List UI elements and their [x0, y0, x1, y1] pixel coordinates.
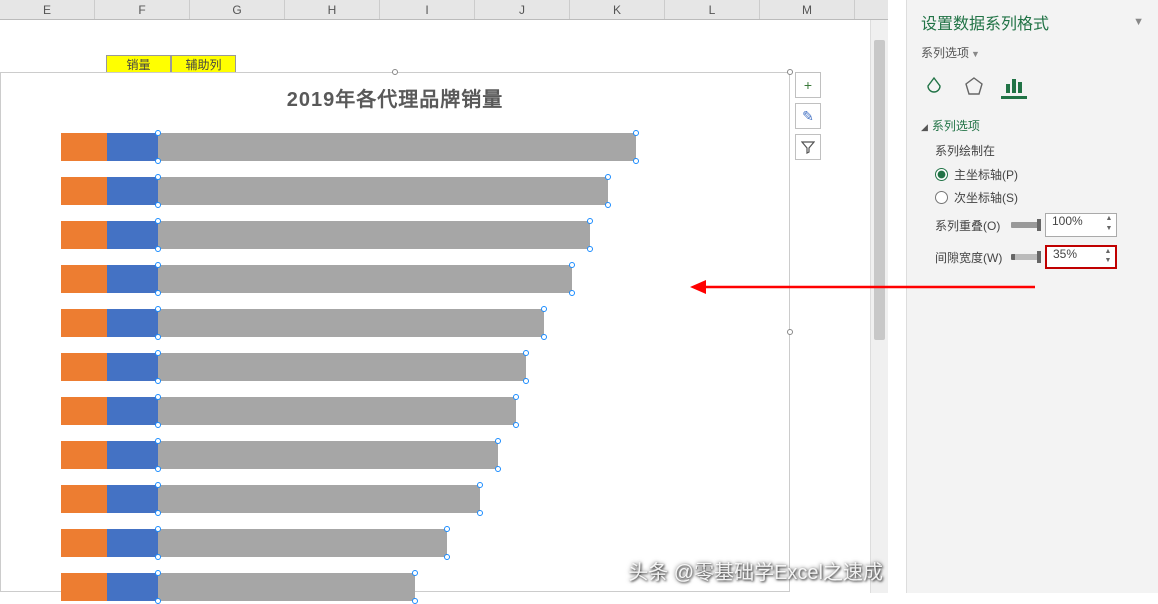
column-header-I[interactable]: I [380, 0, 475, 19]
gap-width-input[interactable]: 35% ▲▼ [1045, 245, 1117, 269]
bar-segment[interactable] [107, 177, 158, 205]
bar-segment[interactable] [107, 265, 158, 293]
bar-segment[interactable] [107, 485, 158, 513]
overlap-up[interactable]: ▲ [1103, 215, 1115, 225]
vertical-scrollbar[interactable] [870, 20, 888, 593]
bar-segment[interactable] [107, 397, 158, 425]
bar-segment[interactable] [107, 221, 158, 249]
bar-row-11[interactable] [61, 573, 415, 601]
bar-row-7[interactable] [61, 397, 516, 425]
secondary-axis-label: 次坐标轴(S) [954, 189, 1018, 206]
bar-row-9[interactable] [61, 485, 480, 513]
primary-axis-label: 主坐标轴(P) [954, 166, 1018, 183]
bar-segment[interactable] [107, 309, 158, 337]
bar-segment[interactable] [158, 353, 526, 381]
column-header-L[interactable]: L [665, 0, 760, 19]
bar-segment[interactable] [107, 133, 158, 161]
bar-segment[interactable] [158, 573, 416, 601]
primary-axis-radio[interactable] [935, 168, 948, 181]
bar-segment[interactable] [158, 485, 480, 513]
bar-row-5[interactable] [61, 309, 544, 337]
bar-segment[interactable] [158, 265, 572, 293]
gap-width-slider[interactable] [1011, 254, 1039, 260]
bar-segment[interactable] [61, 265, 107, 293]
bar-segment[interactable] [107, 441, 158, 469]
bar-segment[interactable] [107, 353, 158, 381]
bar-row-6[interactable] [61, 353, 526, 381]
bar-segment[interactable] [61, 485, 107, 513]
column-header-K[interactable]: K [570, 0, 665, 19]
secondary-axis-radio[interactable] [935, 191, 948, 204]
chart-floating-tools: + ✎ [795, 72, 821, 165]
effects-icon[interactable] [961, 73, 987, 99]
bar-segment[interactable] [158, 309, 544, 337]
bar-row-8[interactable] [61, 441, 498, 469]
fill-line-icon[interactable] [921, 73, 947, 99]
bar-segment[interactable] [61, 573, 107, 601]
overlap-down[interactable]: ▼ [1103, 225, 1115, 235]
bar-row-2[interactable] [61, 177, 608, 205]
bar-row-3[interactable] [61, 221, 590, 249]
column-header-E[interactable]: E [0, 0, 95, 19]
gap-down[interactable]: ▼ [1102, 257, 1114, 266]
bar-segment[interactable] [61, 133, 107, 161]
column-header-G[interactable]: G [190, 0, 285, 19]
overlap-slider[interactable] [1011, 222, 1039, 228]
bar-row-1[interactable] [61, 133, 636, 161]
panel-collapse-icon[interactable]: ▼ [1133, 16, 1144, 28]
column-headers: EFGHIJKLM [0, 0, 888, 20]
bar-segment[interactable] [107, 573, 158, 601]
bar-segment[interactable] [61, 397, 107, 425]
column-header-H[interactable]: H [285, 0, 380, 19]
column-header-J[interactable]: J [475, 0, 570, 19]
overlap-label: 系列重叠(O) [935, 217, 1005, 234]
bar-segment[interactable] [107, 529, 158, 557]
plot-on-label: 系列绘制在 [921, 142, 1144, 159]
bar-segment[interactable] [61, 309, 107, 337]
gap-width-label: 间隙宽度(W) [935, 249, 1005, 266]
series-options-dropdown[interactable]: 系列选项 [921, 46, 969, 60]
series-options-icon[interactable] [1001, 73, 1027, 99]
overlap-input[interactable]: 100% ▲▼ [1045, 213, 1117, 237]
format-series-panel: 设置数据系列格式 ▼ 系列选项 ▼ 系列选项 系列绘制在 主坐标轴(P) 次坐标轴… [906, 0, 1158, 593]
column-header-M[interactable]: M [760, 0, 855, 19]
chart-container[interactable]: 2019年各代理品牌销量 [0, 72, 790, 592]
column-header-F[interactable]: F [95, 0, 190, 19]
bar-segment[interactable] [158, 221, 590, 249]
gap-up[interactable]: ▲ [1102, 248, 1114, 257]
bar-segment[interactable] [158, 177, 609, 205]
bar-segment[interactable] [61, 221, 107, 249]
bar-segment[interactable] [61, 441, 107, 469]
bar-segment[interactable] [158, 397, 517, 425]
chart-title[interactable]: 2019年各代理品牌销量 [1, 83, 789, 112]
series-options-section[interactable]: 系列选项 [921, 117, 1144, 134]
bar-segment[interactable] [158, 441, 498, 469]
bar-segment[interactable] [61, 177, 107, 205]
chart-filter-button[interactable] [795, 134, 821, 160]
watermark: 头条 @零基础学Excel之速成 [628, 556, 883, 585]
bar-segment[interactable] [158, 133, 636, 161]
cell-helper: 辅助列 [171, 55, 236, 73]
chart-styles-button[interactable]: ✎ [795, 103, 821, 129]
bar-segment[interactable] [158, 529, 448, 557]
panel-title: 设置数据系列格式 [921, 10, 1049, 34]
bar-segment[interactable] [61, 353, 107, 381]
cell-sales: 销量 [106, 55, 171, 73]
header-cells: 销量 辅助列 [106, 55, 236, 73]
bar-row-4[interactable] [61, 265, 572, 293]
bar-row-10[interactable] [61, 529, 447, 557]
chart-add-element-button[interactable]: + [795, 72, 821, 98]
chart-plot-area[interactable] [61, 133, 659, 571]
bar-segment[interactable] [61, 529, 107, 557]
